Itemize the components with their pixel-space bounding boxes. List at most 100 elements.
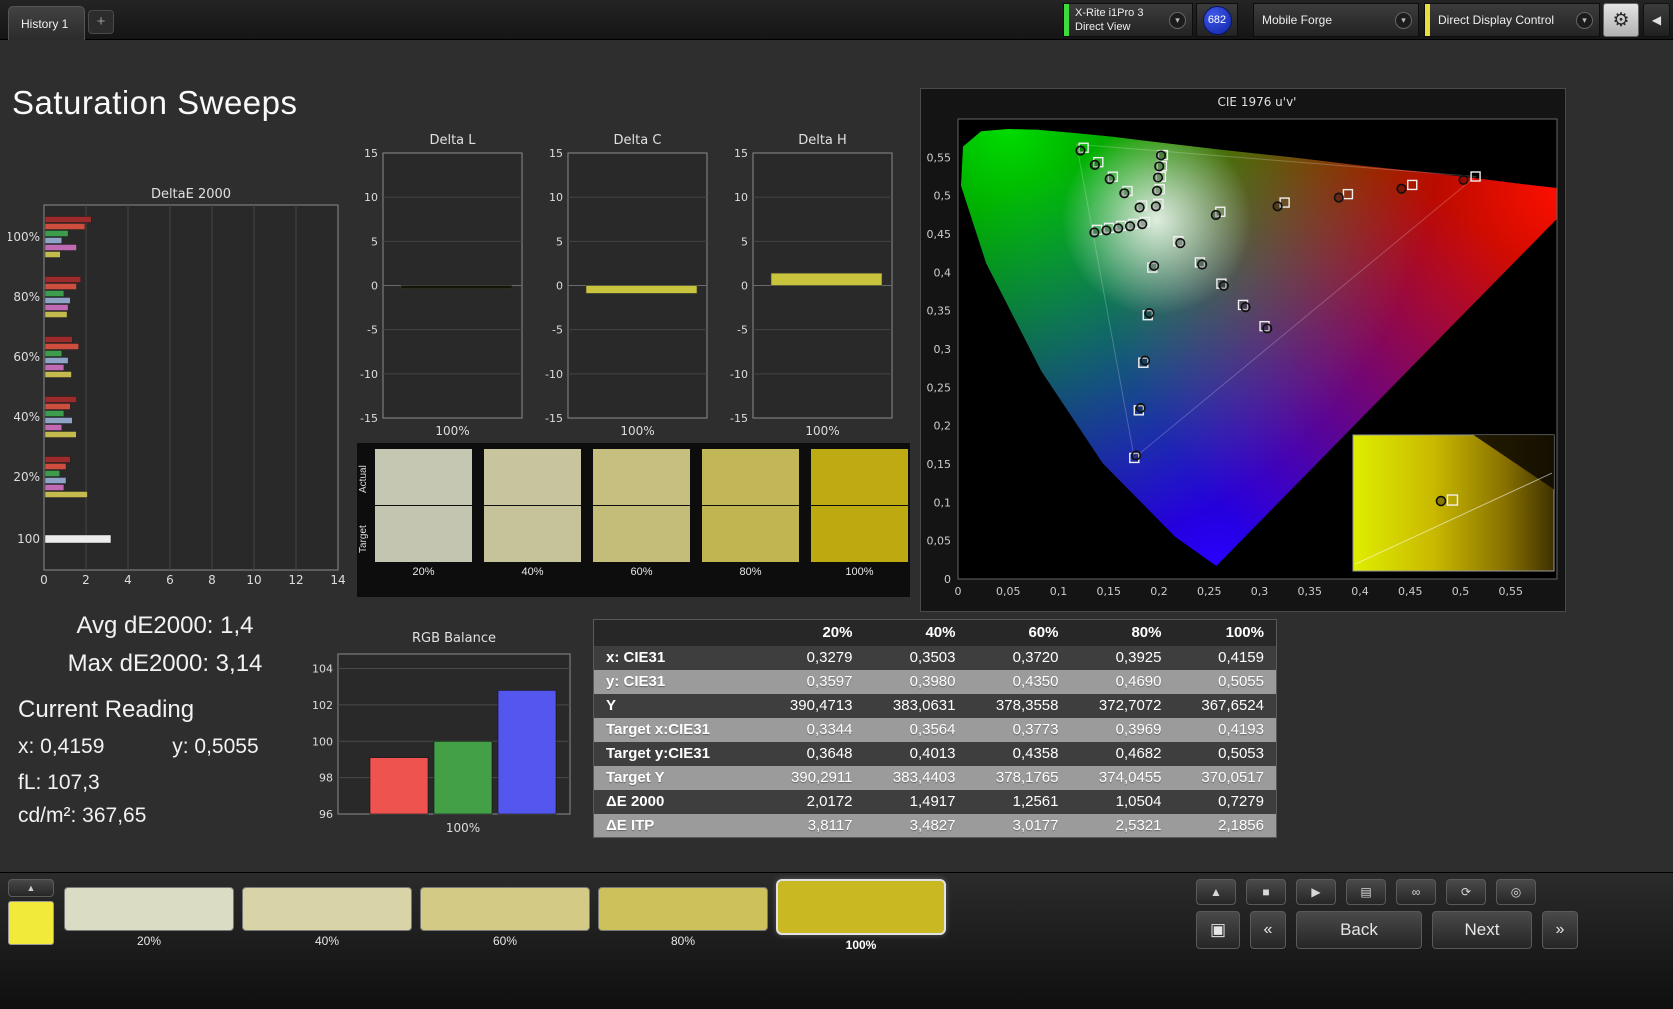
table-column-header: 80% bbox=[1070, 619, 1174, 646]
row-value: 390,2911 bbox=[791, 769, 853, 786]
add-tab-button[interactable]: + bbox=[88, 10, 114, 34]
svg-text:0,2: 0,2 bbox=[1150, 585, 1168, 598]
svg-text:40%: 40% bbox=[13, 410, 40, 424]
swatch-column-label: 100% bbox=[845, 566, 874, 578]
table-row: Y 390,4713 383,0631 378,3558 372,7072 367,652… bbox=[593, 693, 1277, 718]
row-value: 2,0172 bbox=[806, 793, 853, 810]
row-value: 0,3564 bbox=[909, 721, 956, 738]
continuous-read-button[interactable]: ∞ bbox=[1396, 879, 1436, 905]
play-button[interactable]: ▶ bbox=[1296, 879, 1336, 905]
row-value: 0,3925 bbox=[1115, 649, 1162, 666]
active-color-button[interactable] bbox=[8, 901, 54, 945]
svg-text:-15: -15 bbox=[730, 412, 748, 425]
frame-view-button[interactable]: ▣ bbox=[1196, 911, 1240, 949]
svg-text:DeltaE 2000: DeltaE 2000 bbox=[151, 187, 231, 202]
table-corner-cell bbox=[593, 619, 762, 646]
settings-button[interactable]: ⚙ bbox=[1603, 3, 1639, 37]
back-chevron-button[interactable]: « bbox=[1250, 911, 1286, 949]
svg-text:96: 96 bbox=[319, 808, 333, 821]
svg-text:0,25: 0,25 bbox=[927, 381, 952, 394]
panel-up-button[interactable]: ▲ bbox=[1196, 879, 1236, 905]
swatch-color bbox=[776, 879, 946, 935]
row-value: 0,3773 bbox=[1012, 721, 1059, 738]
svg-text:4: 4 bbox=[124, 573, 132, 586]
chevron-down-icon[interactable]: ▾ bbox=[1169, 11, 1186, 29]
swatch-color bbox=[598, 887, 768, 931]
meter-selector[interactable]: X-Rite i1Pro 3 Direct View ▾ bbox=[1063, 3, 1193, 37]
repeat-button[interactable]: ⟳ bbox=[1446, 879, 1486, 905]
swatch-color bbox=[242, 887, 412, 931]
svg-text:0,3: 0,3 bbox=[934, 343, 952, 356]
swatch-panel-up-button[interactable]: ▲ bbox=[8, 879, 54, 897]
swatch-column-80%: 80% bbox=[702, 449, 799, 578]
table-row: y: CIE31 0,3597 0,3980 0,4350 0,4690 0,5055 bbox=[593, 669, 1277, 694]
actual-swatch bbox=[593, 449, 690, 505]
svg-text:5: 5 bbox=[741, 235, 748, 248]
svg-text:0,45: 0,45 bbox=[927, 228, 952, 241]
row-value: 367,6524 bbox=[1201, 697, 1264, 714]
row-value: 1,4917 bbox=[909, 793, 956, 810]
svg-text:60%: 60% bbox=[13, 350, 40, 364]
row-value: 0,4159 bbox=[1218, 649, 1264, 666]
row-value: 370,0517 bbox=[1201, 769, 1264, 786]
double-chevron-left-icon: « bbox=[1263, 921, 1273, 938]
svg-text:98: 98 bbox=[319, 772, 333, 785]
svg-text:100%: 100% bbox=[620, 424, 654, 438]
chevron-down-icon[interactable]: ▾ bbox=[1576, 11, 1593, 29]
svg-text:0,55: 0,55 bbox=[1499, 585, 1524, 598]
sequence-swatch-40%[interactable]: 40% bbox=[242, 879, 412, 952]
svg-text:10: 10 bbox=[549, 191, 563, 204]
source-selector[interactable]: Mobile Forge ▾ bbox=[1253, 3, 1419, 37]
swatch-column-label: 60% bbox=[630, 566, 653, 578]
tab-history-1[interactable]: History 1 bbox=[8, 6, 86, 40]
row-value: 2,1856 bbox=[1218, 816, 1264, 834]
bottom-toolbar: ▲ 20% 40% 60% 80% 100% ▲ ■ ▶ ▤ ∞ ⟳ ◎ ▣ « Back Nex… bbox=[0, 872, 1673, 1009]
row-value: 3,8117 bbox=[807, 816, 853, 834]
row-label: Y bbox=[606, 697, 617, 714]
svg-text:10: 10 bbox=[246, 573, 261, 586]
current-fl-readout: fL: 107,3 bbox=[18, 771, 100, 794]
back-button[interactable]: Back bbox=[1296, 911, 1422, 949]
swatch-column-label: 80% bbox=[739, 566, 762, 578]
capture-button[interactable]: ◎ bbox=[1496, 879, 1536, 905]
stop-button[interactable]: ■ bbox=[1246, 879, 1286, 905]
svg-text:0,1: 0,1 bbox=[1050, 585, 1068, 598]
next-button[interactable]: Next bbox=[1432, 911, 1532, 949]
row-label: Target Y bbox=[606, 769, 665, 786]
target-swatch bbox=[702, 506, 799, 562]
sequence-swatch-20%[interactable]: 20% bbox=[64, 879, 234, 952]
sequence-swatch-100%[interactable]: 100% bbox=[776, 879, 946, 952]
row-value: 378,1765 bbox=[995, 769, 1059, 786]
sequence-swatch-60%[interactable]: 60% bbox=[420, 879, 590, 952]
row-value: 0,5053 bbox=[1218, 745, 1264, 762]
gear-icon: ⚙ bbox=[1612, 9, 1630, 31]
row-value: 0,3279 bbox=[806, 649, 853, 666]
collapse-panel-button[interactable]: ◀ bbox=[1643, 3, 1670, 37]
svg-text:0: 0 bbox=[556, 280, 563, 293]
svg-text:0,05: 0,05 bbox=[996, 585, 1021, 598]
target-swatch bbox=[375, 506, 472, 562]
current-xy-readout: x: 0,4159 y: 0,5055 bbox=[18, 735, 259, 759]
top-toolbar: History 1 + X-Rite i1Pro 3 Direct View ▾… bbox=[0, 0, 1673, 40]
readings-view-button[interactable]: ▤ bbox=[1346, 879, 1386, 905]
row-value: 0,4350 bbox=[1012, 673, 1059, 690]
source-name: Mobile Forge bbox=[1262, 13, 1333, 27]
max-de2000-readout: Max dE2000: 3,14 bbox=[67, 650, 263, 677]
reading-count-panel: 682 bbox=[1196, 3, 1238, 37]
row-value: 0,7279 bbox=[1218, 793, 1264, 810]
row-value: 0,4682 bbox=[1115, 745, 1162, 762]
row-value: 0,3648 bbox=[806, 745, 853, 762]
svg-text:0,45: 0,45 bbox=[1398, 585, 1423, 598]
table-row: Target x:CIE31 0,3344 0,3564 0,3773 0,3969 0,… bbox=[593, 717, 1277, 742]
sequence-swatch-80%[interactable]: 80% bbox=[598, 879, 768, 952]
chevron-down-icon[interactable]: ▾ bbox=[1395, 11, 1412, 29]
svg-text:Delta C: Delta C bbox=[614, 133, 662, 148]
next-chevron-button[interactable]: » bbox=[1542, 911, 1578, 949]
row-value: 0,3503 bbox=[909, 649, 956, 666]
display-control-selector[interactable]: Direct Display Control ▾ bbox=[1424, 3, 1600, 37]
delta-c-chart: Delta C 15 10 5 0 -5 -10 -15 100% bbox=[545, 133, 708, 438]
svg-text:-10: -10 bbox=[360, 368, 378, 381]
delta-l-chart: Delta L 15 10 5 0 -5 -10 -15 100% bbox=[360, 133, 523, 438]
swatch-color bbox=[420, 887, 590, 931]
svg-text:100%: 100% bbox=[805, 424, 839, 438]
